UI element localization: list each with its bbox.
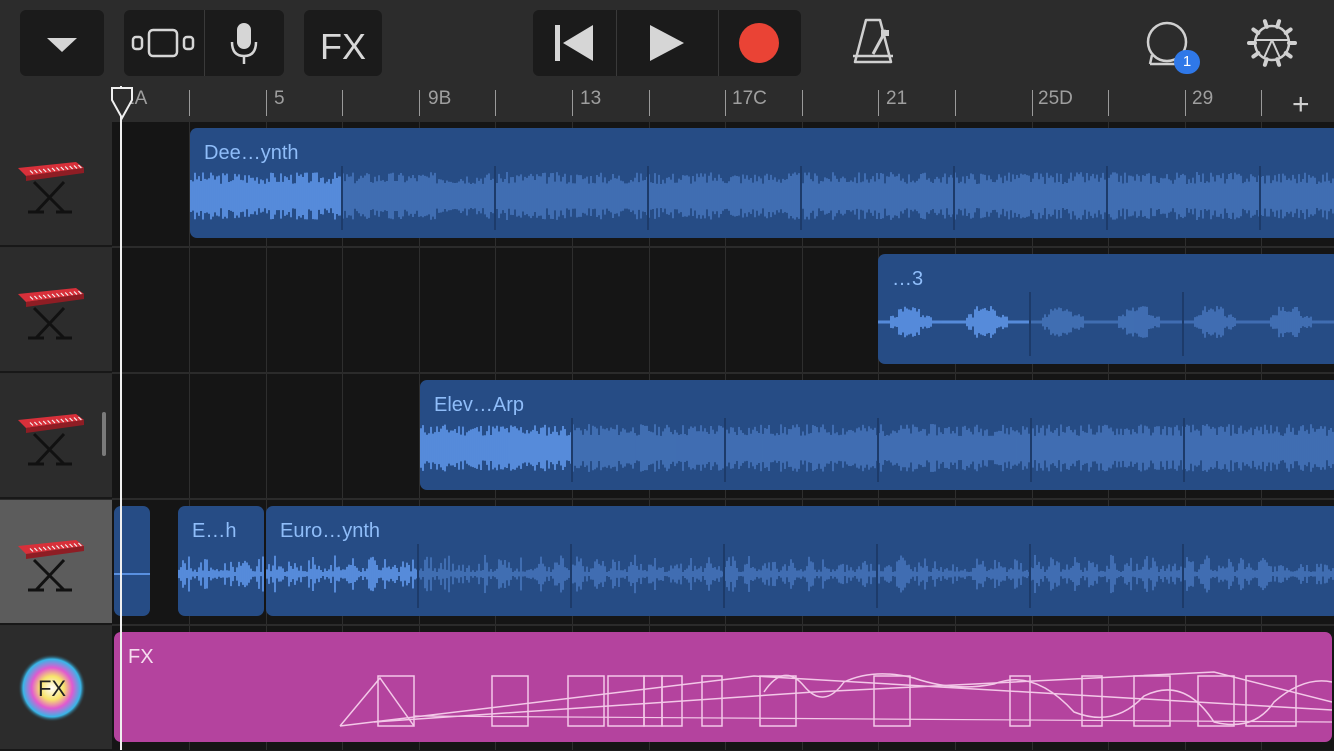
ruler-label: 9B xyxy=(428,88,452,109)
tracks-menu-button[interactable] xyxy=(20,10,104,76)
rewind-button[interactable] xyxy=(533,10,616,76)
track-scroll-indicator[interactable] xyxy=(102,412,106,456)
view-toggle-button[interactable] xyxy=(124,10,204,76)
keyboard-icon xyxy=(18,162,84,214)
track-header[interactable] xyxy=(0,122,112,247)
ruler-tick xyxy=(648,90,650,116)
ruler-tick xyxy=(342,90,344,116)
metronome-icon xyxy=(853,18,893,64)
region-elev-arp[interactable]: Elev…Arp xyxy=(420,380,1334,490)
add-section-button[interactable]: + xyxy=(1292,88,1310,122)
timeline-ruler[interactable]: 1A 5 9B 13 17C 21 25D 29 xyxy=(112,86,1334,122)
ruler-tick xyxy=(1108,90,1110,116)
ruler-tick xyxy=(418,90,420,116)
ruler-tick xyxy=(801,90,803,116)
settings-button[interactable] xyxy=(1246,16,1298,70)
view-toggle-icon xyxy=(131,28,195,58)
playhead[interactable] xyxy=(120,86,122,750)
ruler-label: 5 xyxy=(274,88,285,109)
track-lane: …3 xyxy=(112,248,1334,374)
microphone-icon xyxy=(230,23,258,64)
loop-count-badge: 1 xyxy=(1174,50,1200,74)
ruler-label: 25D xyxy=(1038,88,1073,109)
ruler-tick xyxy=(878,90,880,116)
region-name: Elev…Arp xyxy=(434,394,525,416)
ruler-corner xyxy=(0,86,112,122)
ruler-tick xyxy=(495,90,497,116)
region-name: FX xyxy=(128,646,154,668)
waveform xyxy=(878,292,1334,356)
track-lane: Elev…Arp xyxy=(112,374,1334,500)
keyboard-icon xyxy=(18,288,84,340)
fx-button[interactable]: FX xyxy=(304,10,382,76)
metronome-button[interactable] xyxy=(846,14,900,70)
keyboard-icon xyxy=(18,540,84,592)
region-name: …3 xyxy=(892,268,924,290)
settings-icon xyxy=(1247,19,1297,67)
ruler-label: 13 xyxy=(580,88,602,109)
track-lane: E…h Euro…ynth xyxy=(112,500,1334,626)
tracks-menu-icon xyxy=(47,38,77,52)
play-icon xyxy=(650,25,684,61)
waveform xyxy=(190,166,1334,230)
track-header[interactable] xyxy=(0,248,112,373)
keyboard-icon xyxy=(18,414,84,466)
region-name: Dee…ynth xyxy=(204,142,299,164)
ruler-tick xyxy=(189,90,190,116)
playhead-handle[interactable] xyxy=(110,84,134,120)
ruler-label: 21 xyxy=(886,88,908,109)
ruler-label: 29 xyxy=(1192,88,1214,109)
waveform xyxy=(420,418,1334,482)
waveform xyxy=(178,556,264,592)
ruler-tick xyxy=(265,90,267,116)
microphone-button[interactable] xyxy=(205,10,284,76)
ruler-tick xyxy=(1031,90,1033,116)
ruler-tick xyxy=(1261,90,1263,116)
region-fx-automation[interactable]: FX xyxy=(114,632,1332,742)
record-button[interactable] xyxy=(719,10,801,76)
track-lane: Dee…ynth xyxy=(112,122,1334,248)
ruler-tick xyxy=(725,90,727,116)
control-bar: FX 1 xyxy=(0,0,1334,86)
waveform xyxy=(266,544,1334,608)
play-button[interactable] xyxy=(617,10,718,76)
region-3[interactable]: …3 xyxy=(878,254,1334,364)
region-name: Euro…ynth xyxy=(280,520,381,542)
ruler-label: 17C xyxy=(732,88,767,109)
region-e-h[interactable]: E…h xyxy=(178,506,264,616)
track-header-selected[interactable] xyxy=(0,500,112,625)
rewind-icon xyxy=(555,25,593,61)
track-header-fx[interactable]: FX xyxy=(0,626,112,751)
transport-controls xyxy=(533,10,801,76)
tracks-area[interactable]: Dee…ynth …3 Elev…Arp E…h Euro…ynth FX xyxy=(112,122,1334,750)
ruler-tick xyxy=(1184,90,1186,116)
region-euro-synth[interactable]: Euro…ynth xyxy=(266,506,1334,616)
record-icon xyxy=(739,23,779,63)
track-header[interactable] xyxy=(0,374,112,499)
automation-curve xyxy=(339,671,1332,727)
ruler-tick xyxy=(955,90,956,116)
ruler-tick xyxy=(572,90,573,116)
view-mic-group xyxy=(124,10,284,76)
region-name: E…h xyxy=(192,520,237,542)
fx-icon: FX xyxy=(18,654,86,722)
region-deep-synth[interactable]: Dee…ynth xyxy=(190,128,1334,238)
fx-icon-text: FX xyxy=(38,676,66,701)
track-headers: FX xyxy=(0,122,112,751)
fx-button-label: FX xyxy=(319,26,366,67)
